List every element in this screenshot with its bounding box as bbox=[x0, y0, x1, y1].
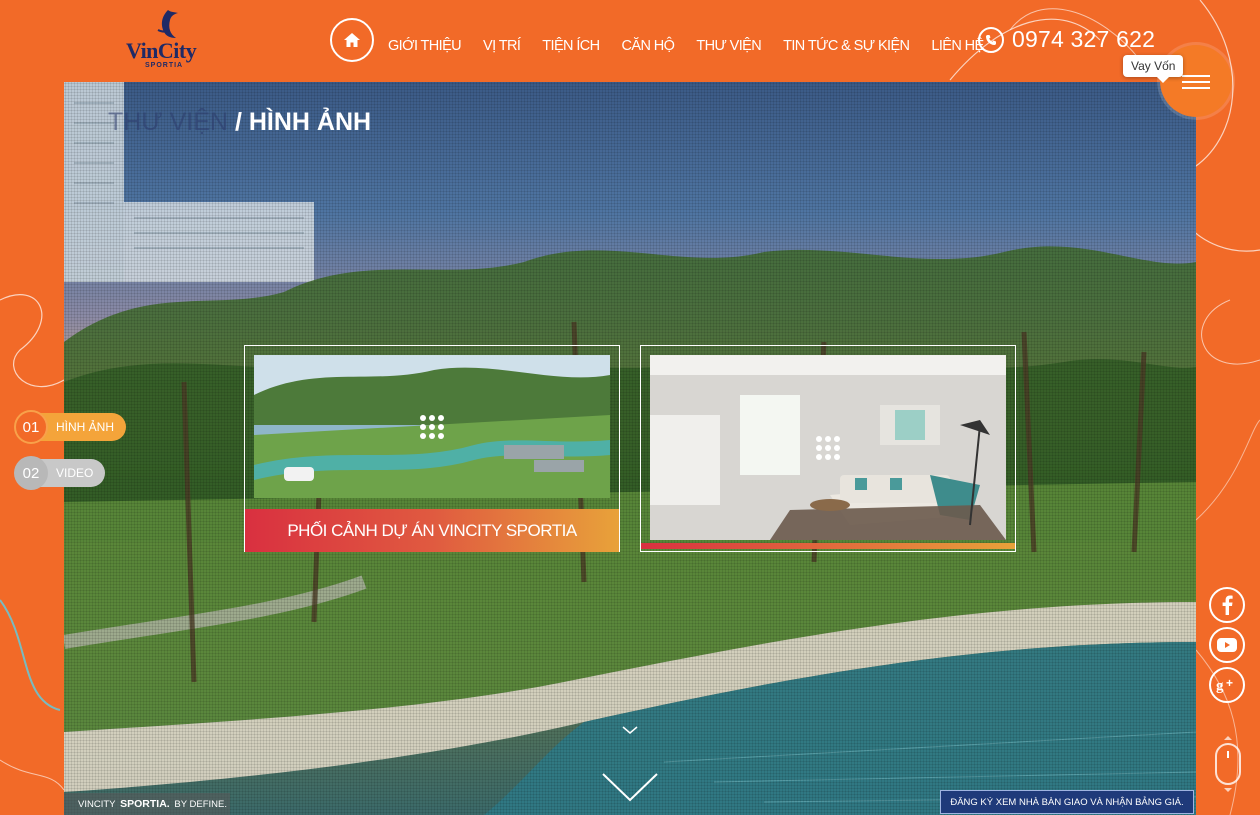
tab-hinh-anh[interactable]: 01 HÌNH ẢNH bbox=[14, 410, 127, 444]
tab-number: 01 bbox=[14, 410, 48, 444]
nav-item-tien-ich[interactable]: TIỆN ÍCH bbox=[542, 38, 600, 54]
album-card-phoi-canh[interactable]: PHỐI CẢNH DỰ ÁN VINCITY SPORTIA bbox=[244, 345, 620, 552]
swallow-icon bbox=[157, 10, 178, 38]
svg-text:+: + bbox=[1226, 677, 1233, 690]
album-title: PHỐI CẢNH DỰ ÁN VINCITY SPORTIA bbox=[245, 509, 619, 552]
google-plus-icon[interactable]: g + bbox=[1209, 667, 1245, 703]
register-button[interactable]: ĐĂNG KÝ XEM NHÀ BÀN GIAO VÀ NHẬN BẢNG GI… bbox=[940, 790, 1194, 814]
hero-background bbox=[64, 82, 1196, 815]
mouse-scroll-icon bbox=[1215, 736, 1241, 792]
album-thumbnail bbox=[650, 355, 1006, 540]
album-card-interior[interactable] bbox=[640, 345, 1016, 552]
nav-item-thu-vien[interactable]: THƯ VIỆN bbox=[696, 38, 761, 54]
logo-subtitle: SPORTIA bbox=[145, 62, 184, 69]
nav-item-can-ho[interactable]: CĂN HỘ bbox=[622, 38, 675, 54]
tab-number: 02 bbox=[14, 456, 48, 490]
nav-item-lien-he[interactable]: LIÊN HỆ bbox=[931, 38, 984, 54]
breadcrumb: THƯ VIỆN / HÌNH ẢNH bbox=[108, 108, 371, 137]
hotline[interactable]: 0974 327 622 bbox=[978, 26, 1155, 53]
phone-number: 0974 327 622 bbox=[1012, 26, 1156, 52]
youtube-icon[interactable] bbox=[1209, 627, 1245, 663]
gallery-grid-icon bbox=[816, 435, 840, 460]
breadcrumb-current: HÌNH ẢNH bbox=[248, 108, 372, 136]
tab-video[interactable]: 02 VIDEO bbox=[14, 456, 106, 490]
gallery-grid-icon bbox=[420, 414, 444, 439]
svg-text:g: g bbox=[1216, 678, 1224, 693]
footer-credit: VINCITY SPORTIA. BY DEFINE. bbox=[64, 793, 230, 815]
credit-suffix: BY DEFINE. bbox=[174, 798, 227, 810]
nav-item-tin-tuc[interactable]: TIN TỨC & SỰ KIỆN bbox=[783, 38, 910, 54]
facebook-icon[interactable] bbox=[1209, 587, 1245, 623]
loan-tooltip[interactable]: Vay Vốn bbox=[1123, 55, 1184, 83]
nav-item-vi-tri[interactable]: VỊ TRÍ bbox=[483, 38, 521, 54]
home-icon bbox=[344, 33, 360, 47]
home-button[interactable] bbox=[330, 18, 374, 62]
hamburger-icon bbox=[1182, 75, 1210, 77]
breadcrumb-separator: / bbox=[234, 108, 242, 136]
phone-icon bbox=[978, 26, 1004, 53]
main-nav: GIỚI THIỆU VỊ TRÍ TIỆN ÍCH CĂN HỘ THƯ VI… bbox=[388, 38, 1006, 54]
chevron-down-icon[interactable] bbox=[620, 724, 640, 736]
vincity-logo[interactable]: VinCity SPORTIA bbox=[126, 10, 206, 70]
album-title-bar bbox=[641, 543, 1015, 549]
tab-label: HÌNH ẢNH bbox=[36, 413, 127, 441]
breadcrumb-parent[interactable]: THƯ VIỆN bbox=[108, 108, 228, 136]
album-thumbnail bbox=[254, 355, 610, 498]
scroll-down-chevron-icon[interactable] bbox=[600, 770, 660, 804]
logo-text: VinCity bbox=[126, 38, 197, 63]
credit-prefix: VINCITY bbox=[78, 798, 116, 810]
credit-brand: SPORTIA. bbox=[120, 798, 170, 810]
nav-item-gioi-thieu[interactable]: GIỚI THIỆU bbox=[388, 38, 462, 54]
